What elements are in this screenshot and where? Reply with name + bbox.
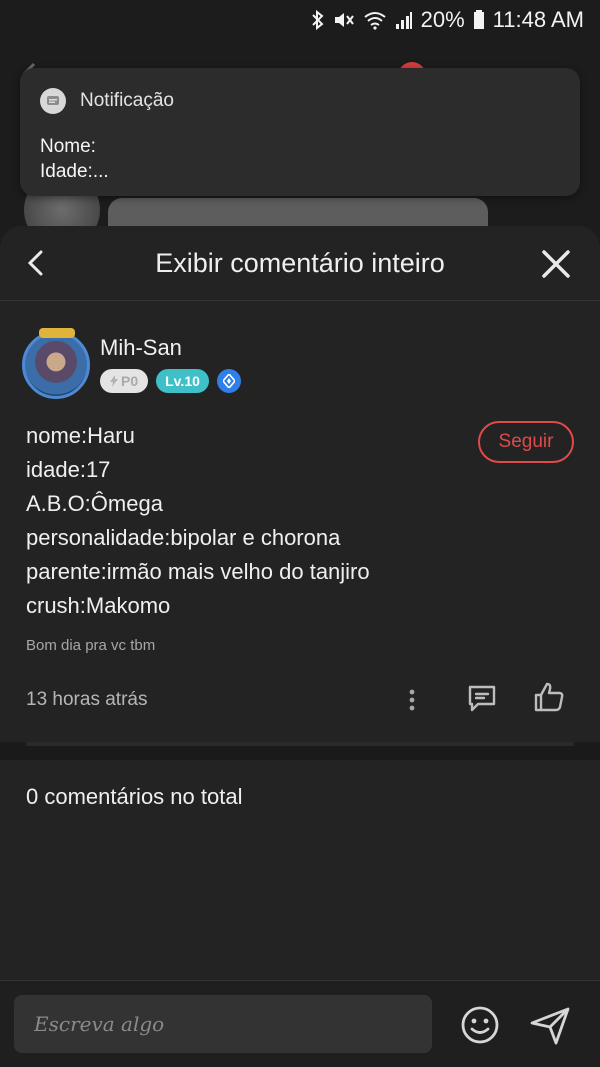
notification-banner[interactable]: Notificação Nome: Idade:... bbox=[20, 68, 580, 196]
author-avatar[interactable] bbox=[22, 328, 90, 399]
comment-timestamp: 13 horas atrás bbox=[26, 689, 148, 710]
mute-icon bbox=[333, 10, 355, 30]
status-bar: 20% 11:48 AM bbox=[0, 0, 600, 40]
section-divider bbox=[0, 742, 600, 760]
wifi-icon bbox=[363, 10, 387, 30]
comment-input[interactable] bbox=[14, 995, 432, 1053]
battery-icon bbox=[473, 10, 485, 30]
notification-line-age: Idade:... bbox=[40, 161, 109, 182]
status-time: 11:48 AM bbox=[492, 7, 584, 32]
send-button[interactable] bbox=[528, 1003, 572, 1047]
reply-comment-icon[interactable] bbox=[466, 682, 498, 719]
author-name[interactable]: Mih-San bbox=[100, 335, 241, 361]
follow-button[interactable]: Seguir bbox=[478, 421, 574, 463]
notification-app-label: Notificação bbox=[80, 90, 174, 111]
signal-icon bbox=[395, 10, 413, 30]
notification-line-name: Nome: bbox=[40, 136, 96, 157]
comment-line: personalidade:bipolar e chorona bbox=[26, 525, 341, 550]
bluetooth-icon bbox=[311, 10, 325, 30]
comment-input-bar bbox=[0, 980, 600, 1067]
comment-line: A.B.O:Ômega bbox=[26, 491, 163, 516]
lightning-icon bbox=[110, 375, 118, 387]
avatar-frame-crown bbox=[39, 328, 75, 338]
thumbs-up-icon[interactable] bbox=[532, 680, 566, 719]
battery-percent: 20% bbox=[420, 7, 465, 32]
reply-note: Bom dia pra vc tbm bbox=[26, 637, 156, 654]
more-options-icon[interactable] bbox=[408, 688, 416, 717]
diamond-icon bbox=[216, 369, 241, 393]
emoji-button[interactable] bbox=[458, 1003, 502, 1047]
full-comment-sheet: Exibir comentário inteiro Mih-San P0 Lv.… bbox=[0, 226, 600, 1067]
comment-line: parente:irmão mais velho do tanjiro bbox=[26, 559, 370, 584]
chevron-left-icon bbox=[27, 250, 43, 276]
reputation-value: P0 bbox=[121, 373, 139, 389]
level-badge: Lv.10 bbox=[156, 369, 209, 393]
comment-card: Mih-San P0 Lv.10 Seguir nome:Haru idade:… bbox=[0, 301, 600, 720]
total-comments-label: 0 comentários no total bbox=[26, 784, 243, 809]
chat-bubble-icon bbox=[40, 88, 66, 114]
close-button[interactable] bbox=[540, 248, 572, 280]
send-icon bbox=[530, 1007, 570, 1045]
status-icons bbox=[311, 10, 413, 30]
back-button[interactable] bbox=[22, 248, 52, 278]
sheet-title: Exibir comentário inteiro bbox=[155, 247, 445, 278]
sheet-header: Exibir comentário inteiro bbox=[0, 226, 600, 301]
close-icon bbox=[542, 250, 570, 278]
comment-line: crush:Makomo bbox=[26, 593, 171, 618]
smiley-icon bbox=[461, 1006, 499, 1044]
reputation-badge: P0 bbox=[100, 369, 149, 393]
comment-footer: 13 horas atrás bbox=[26, 680, 574, 720]
